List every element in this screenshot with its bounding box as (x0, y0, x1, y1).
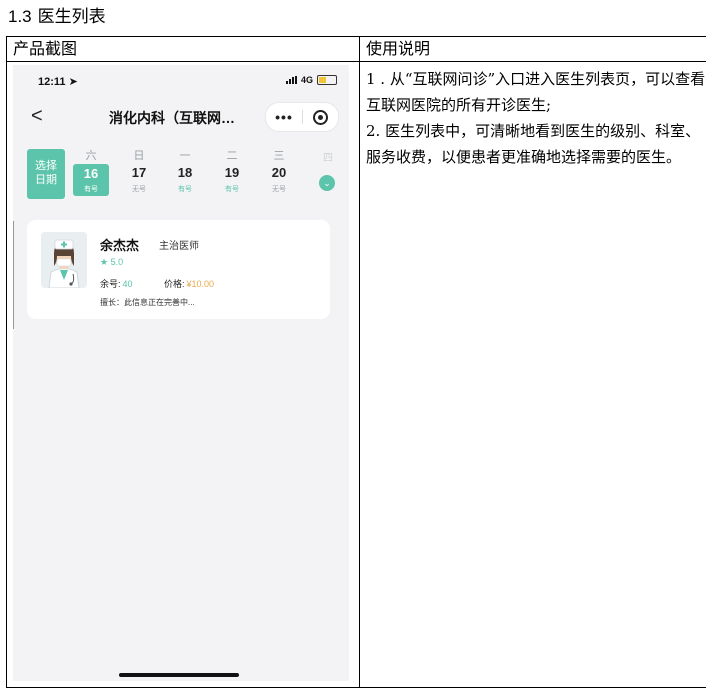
date-number: 18 (177, 165, 193, 180)
expand-dates-chevron-icon[interactable]: ⌄ (319, 175, 335, 191)
signal-icon (285, 76, 297, 84)
column-header-instructions: 使用说明 (359, 36, 706, 62)
availability-status: 无号 (132, 186, 146, 193)
doctor-illustration-icon (41, 232, 87, 288)
network-label: 4G (300, 75, 313, 85)
mini-program-capsule: ••• (265, 102, 339, 132)
doctor-title: 主治医师 (159, 241, 199, 252)
availability-status: 有号 (178, 186, 192, 193)
scroll-indicator (13, 221, 14, 329)
instruction-1: 1 . 从“互联网问诊”入口进入医生列表页，可以查看互联网医院的所有开诊医生; (366, 70, 706, 114)
day-20[interactable]: 三 20 无号 (259, 147, 299, 194)
instructions-text: 1 . 从“互联网问诊”入口进入医生列表页，可以查看互联网医院的所有开诊医生; … (360, 62, 706, 170)
doctor-avatar (41, 232, 87, 288)
weekday-label: 日 (133, 150, 145, 162)
day-16[interactable]: 六 16 有号 (71, 147, 111, 196)
remaining-value: 40 (122, 279, 133, 289)
doctor-card[interactable]: 余杰杰 主治医师 ★ 5.0 余号: 40 价格: ¥10.00 擅长：此信息正在完… (27, 220, 330, 319)
doctor-name: 余杰杰 (100, 238, 140, 253)
date-number: 17 (131, 165, 147, 180)
weekday-label: 三 (273, 150, 285, 162)
instruction-2: 2. 医生列表中，可清晰地看到医生的级别、科室、服务收费，以便患者更准确地选择需… (366, 122, 701, 166)
column-header-screenshot: 产品截图 (6, 36, 360, 62)
weekday-label: 二 (226, 150, 238, 162)
phone-screenshot: 12:11 ➤ 4G < 消化内科（互联网… ••• 选择 日期 六 16 有号… (13, 65, 349, 681)
availability-status: 有号 (225, 186, 239, 193)
day-19[interactable]: 二 19 有号 (212, 147, 252, 194)
status-indicators: 4G (285, 75, 337, 85)
doctor-specialty: 擅长：此信息正在完善中... (100, 298, 195, 307)
remaining-slots: 余号: 40 (100, 277, 133, 290)
select-date-button[interactable]: 选择 日期 (27, 149, 65, 199)
date-number: 16 (83, 166, 99, 181)
section-heading: 1.3 医生列表 (8, 2, 106, 27)
weekday-label: 六 (85, 150, 97, 162)
price-value: ¥10.00 (186, 279, 215, 289)
price-label: 价格: (164, 279, 185, 289)
next-weekday-label: 四 (323, 153, 333, 164)
consult-price: 价格: ¥10.00 (164, 277, 214, 290)
availability-status: 无号 (272, 186, 286, 193)
section-number: 1.3 (8, 7, 32, 26)
close-button[interactable] (303, 109, 338, 125)
page-title: 消化内科（互联网… (109, 110, 235, 126)
home-indicator (119, 673, 239, 677)
day-18[interactable]: 一 18 有号 (165, 147, 205, 194)
select-date-line2: 日期 (35, 174, 57, 186)
back-button[interactable]: < (31, 105, 43, 128)
day-17[interactable]: 日 17 无号 (119, 147, 159, 194)
availability-status: 有号 (84, 186, 98, 193)
doctor-rating: ★ 5.0 (100, 257, 124, 267)
section-title: 医生列表 (37, 7, 106, 27)
screenshot-cell: 12:11 ➤ 4G < 消化内科（互联网… ••• 选择 日期 六 16 有号… (6, 61, 360, 688)
date-number: 19 (224, 165, 240, 180)
more-button[interactable]: ••• (266, 109, 302, 125)
remaining-label: 余号: (100, 279, 121, 289)
date-number: 20 (271, 165, 287, 180)
status-time: 12:11 ➤ (38, 76, 78, 88)
active-day-box: 16 有号 (73, 164, 109, 196)
record-icon (313, 109, 328, 125)
battery-icon (317, 75, 337, 85)
select-date-line1: 选择 (35, 160, 57, 172)
instructions-cell: 1 . 从“互联网问诊”入口进入医生列表页，可以查看互联网医院的所有开诊医生; … (359, 61, 706, 688)
spec-table: 产品截图 使用说明 12:11 ➤ 4G < 消化内科（互联网… ••• 选择 … (6, 36, 706, 688)
weekday-label: 一 (179, 150, 191, 162)
location-arrow-icon: ➤ (68, 76, 78, 88)
